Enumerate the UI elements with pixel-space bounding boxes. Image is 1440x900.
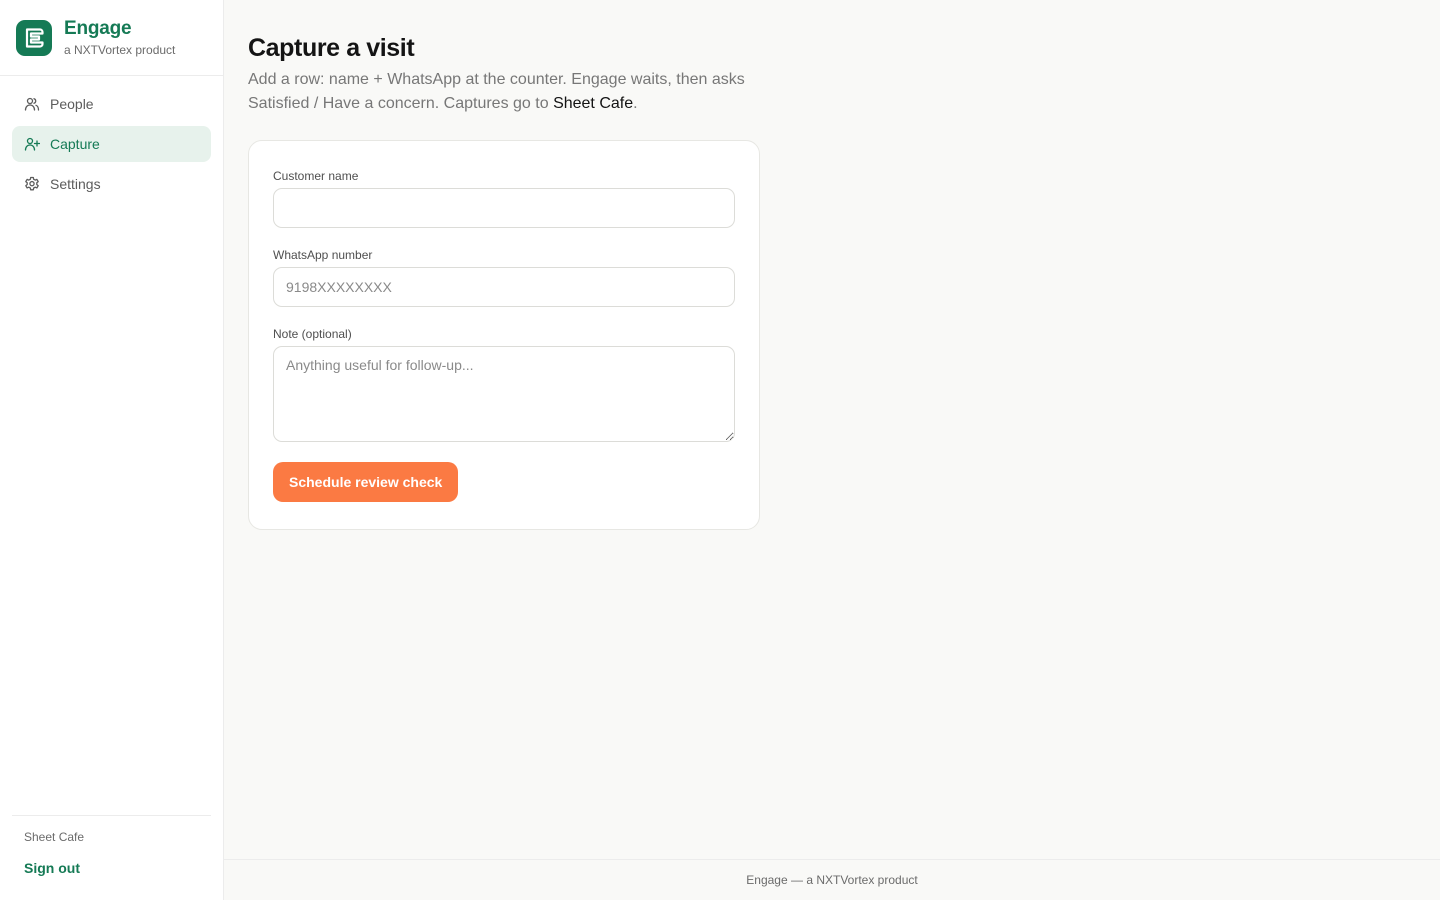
sidebar: Engage a NXTVortex product People Captur… [0,0,224,900]
page-description-highlight: Sheet Cafe [553,95,634,112]
whatsapp-number-input[interactable] [273,267,735,307]
page-description-text: Add a row: name + WhatsApp at the counte… [248,71,745,112]
gear-icon [25,176,39,191]
sidebar-item-capture[interactable]: Capture [12,126,211,162]
page-description-suffix: . [633,95,638,112]
customer-name-label: Customer name [273,169,359,183]
user-plus-icon [24,137,40,151]
sidebar-item-people[interactable]: People [12,86,211,122]
whatsapp-number-label: WhatsApp number [273,248,373,262]
engage-logo-icon [16,19,52,56]
page-footer: Engage — a NXTVortex product [224,859,1440,900]
footer-text: Engage — a NXTVortex product [746,873,918,887]
schedule-review-check-button[interactable]: Schedule review check [273,462,459,502]
brand-name: Engage [64,17,132,39]
users-icon [24,97,40,111]
note-label: Note (optional) [273,327,352,341]
sidebar-footer: Sheet Cafe Sign out [12,815,211,876]
page-description: Add a row: name + WhatsApp at the counte… [248,68,768,116]
sign-out-link[interactable]: Sign out [24,860,199,876]
org-name: Sheet Cafe [24,830,85,844]
sidebar-item-settings[interactable]: Settings [12,166,211,202]
sidebar-item-label: Capture [50,136,100,152]
customer-name-input[interactable] [273,188,735,228]
note-textarea[interactable] [273,346,735,442]
sidebar-nav: People Capture Settings [0,76,223,216]
brand: Engage a NXTVortex product [0,0,223,76]
capture-form: Customer name WhatsApp number Note (opti… [248,140,760,530]
sidebar-item-label: People [50,96,94,112]
page-title: Capture a visit [248,34,415,62]
brand-subtitle: a NXTVortex product [64,42,176,57]
sidebar-item-label: Settings [50,176,101,192]
main-content: Capture a visit Add a row: name + WhatsA… [224,0,1440,860]
